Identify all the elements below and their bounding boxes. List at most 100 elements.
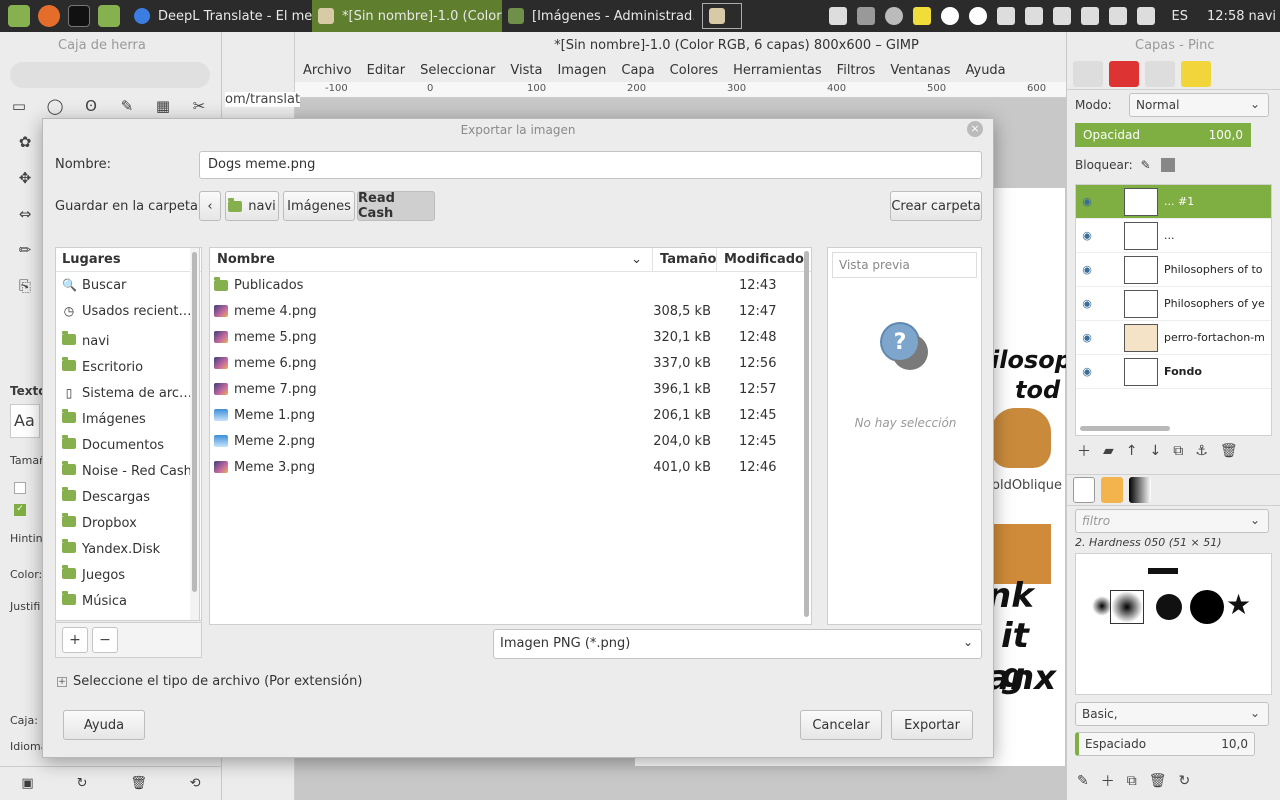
gradients-tab-icon[interactable] — [1129, 477, 1151, 503]
duplicate-layer-icon[interactable]: ⧉ — [1173, 443, 1183, 459]
scroll-thumb[interactable] — [192, 252, 197, 592]
filename-input[interactable]: Dogs meme.png — [199, 151, 982, 179]
edit-brush-icon[interactable]: ✎ — [1077, 773, 1089, 789]
brush-icon[interactable]: ✏ — [12, 238, 38, 262]
help-icon[interactable] — [1108, 7, 1127, 25]
lock-alpha-icon[interactable] — [1160, 158, 1175, 172]
font-preview[interactable]: Aa — [10, 404, 40, 438]
wifi-icon[interactable] — [1052, 7, 1071, 25]
place-item-noise[interactable]: Noise - Red Cash — [56, 458, 201, 484]
task-thumbnail[interactable] — [702, 3, 742, 29]
path-readcash-button[interactable]: Read Cash — [357, 191, 435, 221]
files-icon[interactable] — [98, 5, 120, 27]
lasso-icon[interactable]: ʘ — [78, 94, 104, 118]
path-images-button[interactable]: Imágenes — [283, 191, 355, 221]
menu-imagen[interactable]: Imagen — [557, 63, 606, 78]
places-scrollbar[interactable] — [190, 247, 200, 621]
menu-ventanas[interactable]: Ventanas — [890, 63, 950, 78]
export-button[interactable]: Exportar — [891, 710, 973, 740]
brushes-tab-icon[interactable] — [1073, 477, 1095, 503]
task-images[interactable]: [Imágenes - Administrad… — [502, 0, 694, 32]
layer-item[interactable]: ◉ ... — [1076, 219, 1271, 253]
menu-vista[interactable]: Vista — [510, 63, 542, 78]
eyes-icon[interactable] — [940, 7, 959, 25]
file-type-expander[interactable]: + Seleccione el tipo de archivo (Por ext… — [57, 674, 362, 689]
column-size[interactable]: Tamaño — [653, 248, 717, 271]
place-item-search[interactable]: 🔍 Buscar — [56, 272, 201, 298]
layers-scrollbar[interactable] — [1080, 426, 1170, 431]
column-modified[interactable]: Modificado — [717, 248, 811, 271]
shield-icon[interactable] — [996, 7, 1015, 25]
task-gimp[interactable]: *[Sin nombre]-1.0 (Color … — [312, 0, 502, 32]
layer-item[interactable]: ◉ Philosophers of to — [1076, 253, 1271, 287]
reset-icon[interactable]: ⟲ — [190, 776, 201, 791]
layer-item[interactable]: ◉ Philosophers of ye — [1076, 287, 1271, 321]
brush-swatch[interactable] — [1190, 590, 1224, 624]
wand-icon[interactable]: ✎ — [114, 94, 140, 118]
place-item-images[interactable]: Imágenes — [56, 406, 201, 432]
lock-pixels-icon[interactable]: ✎ — [1141, 158, 1151, 172]
move-icon[interactable]: ✥ — [12, 166, 38, 190]
clone-icon[interactable]: ⎘ — [12, 274, 38, 298]
brush-filter-input[interactable]: filtro ⌄ — [1075, 509, 1269, 533]
menu-archivo[interactable]: Archivo — [303, 63, 352, 78]
menu-capa[interactable]: Capa — [621, 63, 654, 78]
task-deepl[interactable]: DeepL Translate - El mej… — [128, 0, 312, 32]
clock[interactable]: 12:58 — [1207, 9, 1244, 24]
patterns-tab-icon[interactable] — [1101, 477, 1123, 503]
menu-seleccionar[interactable]: Seleccionar — [420, 63, 495, 78]
flip-icon[interactable]: ⇔ — [12, 202, 38, 226]
user-name[interactable]: navi — [1248, 9, 1276, 24]
path-back-button[interactable]: ‹ — [199, 191, 221, 221]
layer-item[interactable]: ◉ Fondo — [1076, 355, 1271, 389]
place-item-games[interactable]: Juegos — [56, 562, 201, 588]
mode-select[interactable]: Normal ⌄ — [1129, 93, 1269, 117]
menu-colores[interactable]: Colores — [670, 63, 718, 78]
file-row[interactable]: Meme 3.png 401,0 kB 12:46 — [210, 454, 811, 480]
new-group-icon[interactable]: ▰ — [1103, 443, 1114, 459]
firefox-icon[interactable] — [38, 5, 60, 27]
add-bookmark-button[interactable]: + — [62, 627, 88, 653]
file-row[interactable]: Publicados 12:43 — [210, 272, 811, 298]
delete-brush-icon[interactable]: 🗑 — [1149, 773, 1167, 789]
ellipse-select-icon[interactable]: ◯ — [42, 94, 68, 118]
brush-swatch[interactable] — [1092, 596, 1112, 616]
channels-tab-icon[interactable] — [1109, 60, 1139, 87]
paths-tab-icon[interactable] — [1145, 60, 1175, 87]
paths-icon[interactable]: ✿ — [12, 130, 38, 154]
save-icon[interactable]: ▣ — [21, 776, 33, 791]
place-item-home[interactable]: navi — [56, 328, 201, 354]
menu-icon[interactable] — [8, 5, 30, 27]
menu-ayuda[interactable]: Ayuda — [965, 63, 1005, 78]
restore-icon[interactable]: ↻ — [77, 776, 88, 791]
layer-item[interactable]: ◉ ... #1 — [1076, 185, 1271, 219]
menu-herramientas[interactable]: Herramientas — [733, 63, 822, 78]
volume-icon[interactable] — [1136, 7, 1155, 25]
scissors-icon[interactable]: ✂ — [186, 94, 212, 118]
brush-preset-select[interactable]: Basic, ⌄ — [1075, 702, 1269, 726]
color-select-icon[interactable]: ▦ — [150, 94, 176, 118]
new-layer-icon[interactable]: ＋ — [1077, 441, 1091, 461]
layer-item[interactable]: ◉ perro-fortachon-m — [1076, 321, 1271, 355]
checkbox-use-editor[interactable] — [14, 482, 26, 494]
menu-filtros[interactable]: Filtros — [837, 63, 876, 78]
file-row[interactable]: Meme 1.png 206,1 kB 12:45 — [210, 402, 811, 428]
visibility-eye-icon[interactable]: ◉ — [1076, 263, 1098, 276]
rect-select-icon[interactable]: ▭ — [6, 94, 32, 118]
brush-grid[interactable]: ★ — [1075, 553, 1272, 695]
visibility-eye-icon[interactable]: ◉ — [1076, 297, 1098, 310]
visibility-eye-icon[interactable]: ◉ — [1076, 331, 1098, 344]
brush-swatch[interactable] — [1148, 568, 1178, 574]
create-folder-button[interactable]: Crear carpeta — [890, 191, 982, 221]
opacity-slider[interactable]: Opacidad 100,0 — [1075, 123, 1251, 147]
anchor-layer-icon[interactable]: ⚓ — [1195, 443, 1208, 459]
terminal-icon[interactable] — [68, 5, 90, 27]
file-row[interactable]: meme 7.png 396,1 kB 12:57 — [210, 376, 811, 402]
keyboard-layout[interactable]: ES — [1172, 9, 1188, 24]
scroll-thumb[interactable] — [804, 251, 809, 617]
brush-swatch-selected[interactable] — [1110, 590, 1144, 624]
eye-icon[interactable] — [968, 7, 987, 25]
place-item-recent[interactable]: ◷ Usados recient… — [56, 298, 201, 324]
place-item-dropbox[interactable]: Dropbox — [56, 510, 201, 536]
brush-swatch[interactable] — [1156, 594, 1182, 620]
